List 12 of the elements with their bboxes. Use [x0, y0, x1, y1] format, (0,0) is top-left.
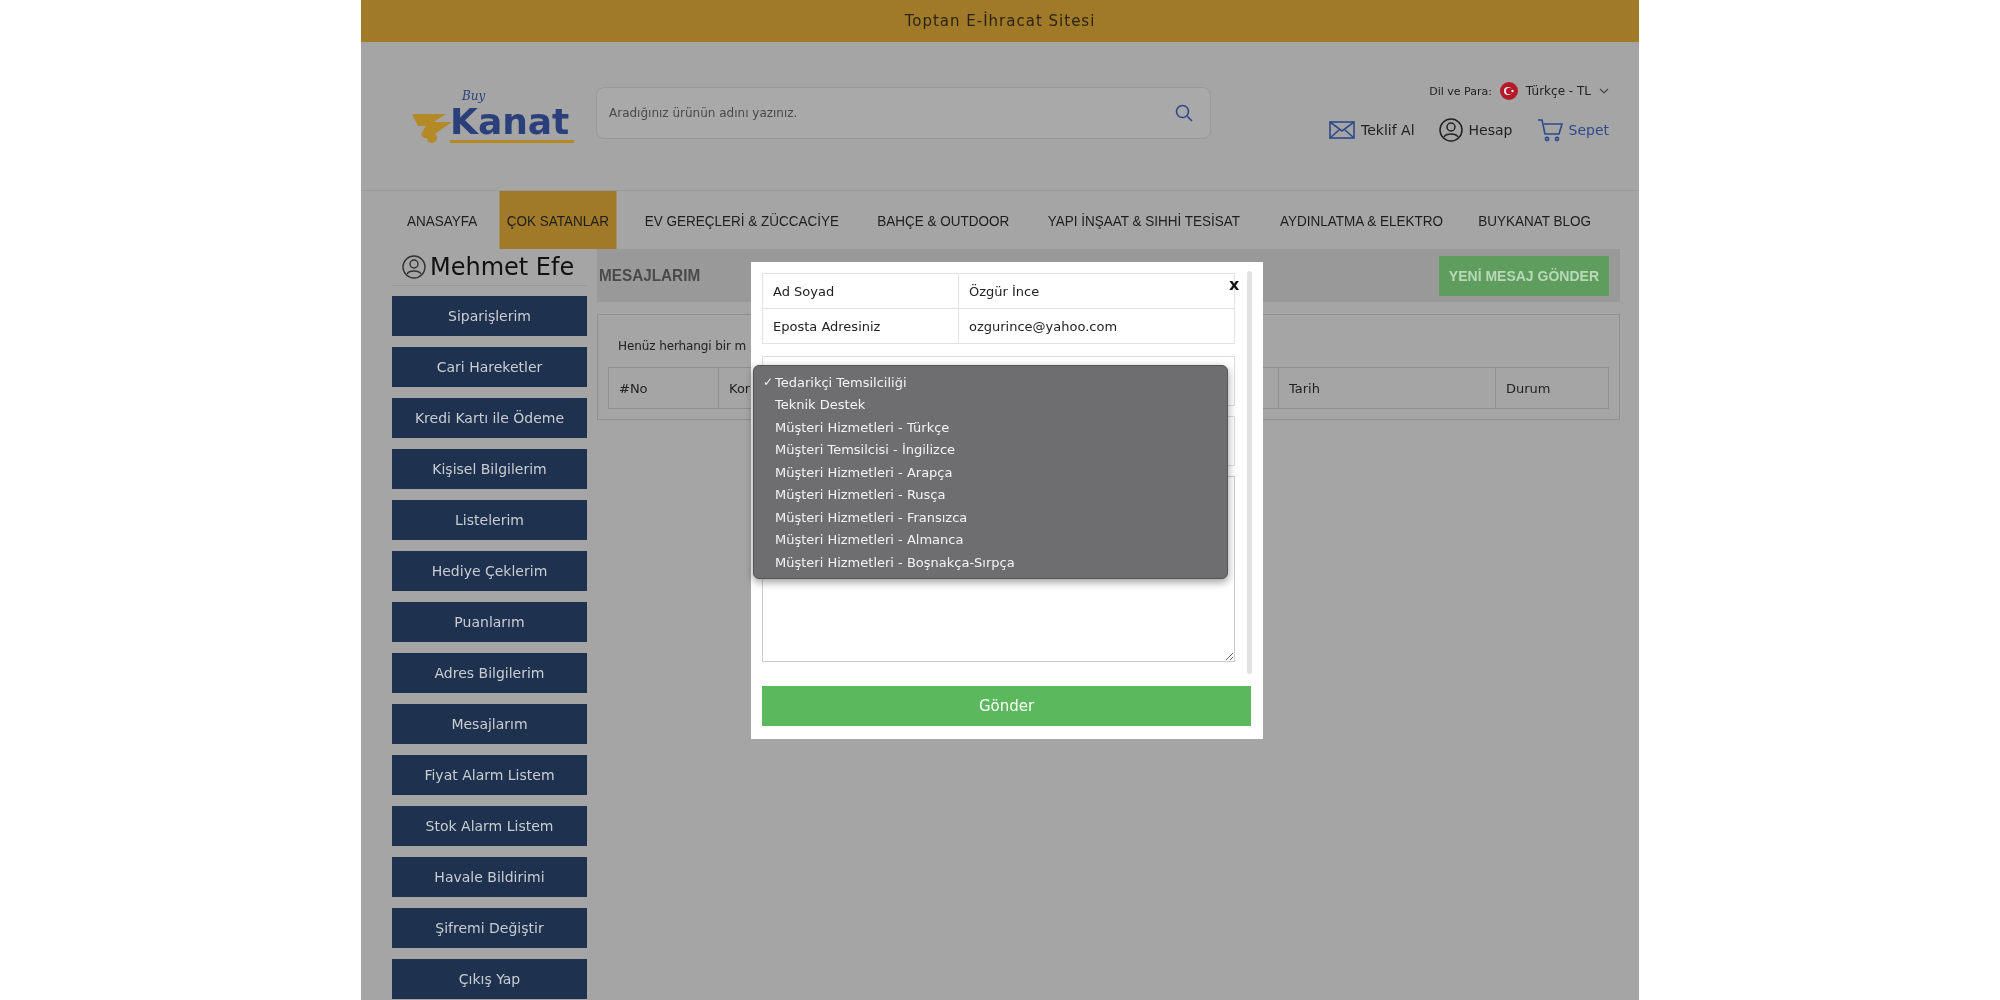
empty-message: Henüz herhangi bir m [618, 339, 747, 353]
language-label: Dil ve Para: [1429, 84, 1492, 98]
column-header: #No [609, 368, 719, 408]
column-header: Tarih [1279, 368, 1496, 408]
check-mark: ✓ [763, 375, 775, 390]
column-header: Durum [1505, 379, 1552, 398]
user-name: Mehmet Efe [430, 253, 575, 281]
section-title: MESAJLARIM [599, 265, 701, 286]
field-label: Ad Soyad [763, 274, 959, 308]
field-label: Eposta Adresiniz [763, 309, 959, 343]
field-value: ozgurince@yahoo.com [968, 317, 1119, 336]
banner-text: Toptan E-İhracat Sitesi [904, 12, 1096, 30]
